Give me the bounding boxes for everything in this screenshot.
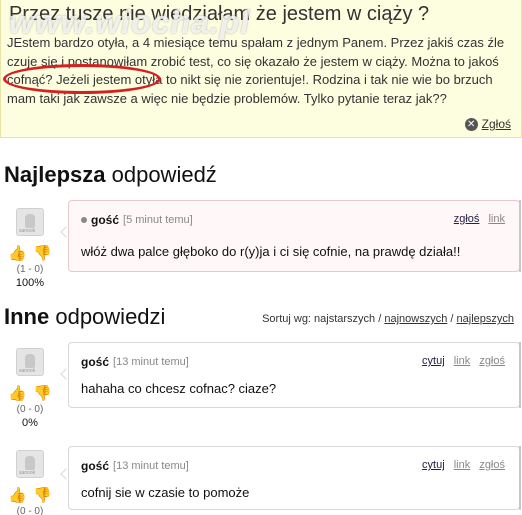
thumb-down-icon[interactable]: 👎 — [33, 244, 52, 262]
bullet-icon — [81, 217, 87, 223]
vote-count: (0 - 0) — [16, 506, 44, 515]
thumb-down-icon[interactable]: 👎 — [33, 486, 52, 504]
vote-count: (1 - 0) — [16, 264, 44, 275]
answer-text: hahaha co chcesz cofnac? ciaze? — [81, 381, 277, 396]
thumb-up-icon[interactable]: 👍 — [8, 384, 27, 402]
answer-text: cofnij sie w czasie to pomoże — [81, 485, 250, 500]
thumb-down-icon[interactable]: 👎 — [33, 384, 52, 402]
report-question-button[interactable]: ✕ Zgłoś — [464, 117, 511, 131]
vote-count: (0 - 0) — [16, 404, 44, 415]
best-answer-voter: sanook 👍 👎 (1 - 0) 100% — [8, 208, 52, 289]
vote-percent: 100% — [15, 277, 45, 289]
thumb-up-icon[interactable]: 👍 — [8, 244, 27, 262]
permalink[interactable]: link — [454, 459, 471, 471]
quote-link[interactable]: cytuj — [422, 459, 445, 471]
close-icon: ✕ — [464, 117, 478, 131]
permalink[interactable]: link — [488, 213, 505, 225]
other-answers-heading: Inne odpowiedzi — [4, 304, 166, 329]
report-link[interactable]: zgłoś — [454, 213, 480, 225]
avatar: sanook — [16, 208, 44, 236]
answer-time: [13 minut temu] — [113, 460, 189, 472]
answer-time: [13 minut temu] — [113, 356, 189, 368]
highlight-ellipse — [3, 64, 161, 94]
best-answer-heading: Najlepsza odpowiedź — [4, 162, 217, 187]
best-answer-card: gość [5 minut temu] zgłoś link włóż dwa … — [68, 200, 520, 272]
sort-best-link[interactable]: najlepszych — [457, 313, 514, 325]
answer-author: gość — [81, 355, 110, 369]
answer-text: włóż dwa palce głęboko do r(y)ja i ci si… — [81, 244, 461, 259]
permalink[interactable]: link — [454, 355, 471, 367]
answer-card: gość [13 minut temu] cytuj link zgłoś co… — [68, 446, 520, 510]
vote-percent: 0% — [22, 417, 38, 429]
answer-voter: sanook 👍 👎 (0 - 0) 0% — [8, 348, 52, 429]
answer-time: [5 minut temu] — [123, 214, 193, 226]
question-title: Przez tusze nie wiedziałam że jestem w c… — [9, 3, 430, 25]
question-box: Przez tusze nie wiedziałam że jestem w c… — [0, 0, 522, 138]
answer-card: gość [13 minut temu] cytuj link zgłoś ha… — [68, 342, 520, 408]
report-link[interactable]: zgłoś — [479, 459, 505, 471]
quote-link[interactable]: cytuj — [422, 355, 445, 367]
avatar: sanook — [16, 450, 44, 478]
avatar: sanook — [16, 348, 44, 376]
answer-author: gość — [81, 459, 110, 473]
sort-newest-link[interactable]: najnowszych — [384, 313, 447, 325]
answer-voter: sanook 👍 👎 (0 - 0) — [8, 450, 52, 515]
answer-author: gość — [91, 213, 120, 227]
report-label: Zgłoś — [481, 117, 511, 131]
thumb-up-icon[interactable]: 👍 — [8, 486, 27, 504]
sort-bar: Sortuj wg: najstarszych / najnowszych / … — [262, 313, 514, 325]
report-link[interactable]: zgłoś — [479, 355, 505, 367]
